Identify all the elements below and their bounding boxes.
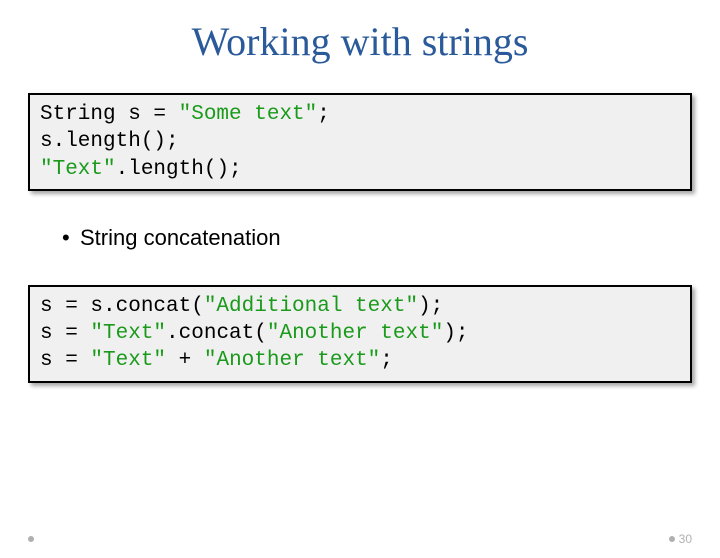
bullet-item: •String concatenation (62, 225, 720, 251)
code-string: "Another text" (204, 349, 380, 372)
code-text: s.length(); (40, 130, 179, 153)
bullet-text: String concatenation (80, 225, 281, 250)
code-text: s = (40, 349, 90, 372)
code-text: ; (380, 349, 393, 372)
code-text: ); (418, 295, 443, 318)
slide-title: Working with strings (0, 18, 720, 65)
code-string: "Additional text" (204, 295, 418, 318)
code-block-2: s = s.concat("Additional text"); s = "Te… (28, 285, 692, 383)
code-string: "Text" (90, 349, 166, 372)
code-text: .length(); (116, 158, 242, 181)
bullet-marker: • (62, 225, 80, 251)
code-block-1: String s = "Some text"; s.length(); "Tex… (28, 93, 692, 191)
page-number-wrap: 30 (669, 532, 692, 546)
code-text: String s = (40, 103, 179, 126)
page-number: 30 (679, 532, 692, 546)
code-string: "Text" (40, 158, 116, 181)
footer-bullet-icon (28, 536, 34, 542)
slide-footer: 30 (0, 532, 720, 546)
code-text: + (166, 349, 204, 372)
code-text: ); (443, 322, 468, 345)
code-text: .concat( (166, 322, 267, 345)
code-text: s = s.concat( (40, 295, 204, 318)
code-text: s = (40, 322, 90, 345)
code-string: "Some text" (179, 103, 318, 126)
footer-bullet-icon (669, 536, 675, 542)
code-text: ; (317, 103, 330, 126)
code-string: "Text" (90, 322, 166, 345)
code-string: "Another text" (267, 322, 443, 345)
